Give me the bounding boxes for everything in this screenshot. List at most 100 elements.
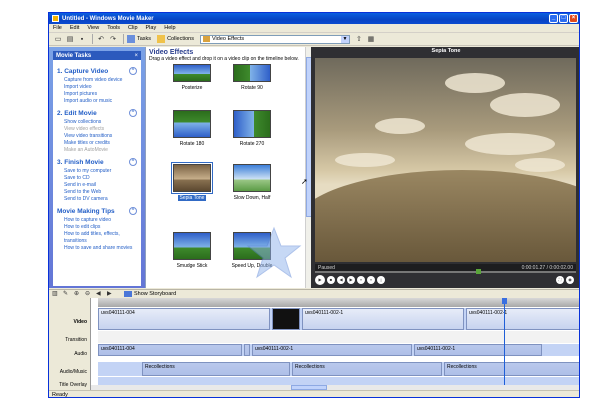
menu-play[interactable]: Play	[146, 25, 157, 31]
new-project-icon[interactable]: ▭	[53, 34, 63, 44]
audio-clip[interactable]: uvs040111-004	[98, 344, 242, 356]
music-clip[interactable]: Recollections	[142, 362, 290, 376]
section-edit-movie[interactable]: 2. Edit Movie ⌃	[57, 109, 137, 117]
task-send-email[interactable]: Send in e-mail	[64, 182, 137, 189]
menu-tools[interactable]: Tools	[107, 25, 120, 31]
rewind-timeline-icon[interactable]: ◀	[96, 291, 103, 298]
playhead-handle[interactable]	[502, 298, 507, 304]
audio-clip[interactable]	[244, 344, 250, 356]
track-label-audio: Audio	[74, 351, 87, 357]
tip-save-share[interactable]: How to save and share movies	[64, 245, 137, 252]
seek-handle[interactable]	[476, 269, 481, 274]
music-clip[interactable]: Recollections	[444, 362, 579, 376]
minimize-button[interactable]: _	[549, 14, 558, 23]
snapshot-button[interactable]: ◉	[566, 276, 574, 284]
section-title: 3. Finish Movie	[57, 158, 104, 166]
preview-title: Sepia Tone	[431, 48, 461, 54]
video-clip[interactable]: uvs040111-002-1	[302, 308, 464, 330]
set-audio-levels-icon[interactable]: ▥	[52, 291, 59, 298]
undo-icon[interactable]: ↶	[96, 34, 106, 44]
menu-view[interactable]: View	[87, 25, 99, 31]
task-save-to-cd[interactable]: Save to CD	[64, 175, 137, 182]
next-frame-button[interactable]: ▶	[347, 276, 355, 284]
effect-rotate-180[interactable]: Rotate 180	[164, 110, 220, 147]
split-clip-button[interactable]: |	[377, 276, 385, 284]
collections-button[interactable]: Collections	[157, 35, 194, 43]
video-clip[interactable]: uvs040111-004	[98, 308, 270, 330]
timeline-ruler[interactable]	[98, 298, 579, 307]
collections-combo[interactable]: Video Effects ▼	[199, 34, 350, 44]
effect-rotate-270[interactable]: Rotate 270	[224, 110, 280, 147]
finish-movie-items: Save to my computer Save to CD Send in e…	[57, 168, 137, 203]
maximize-button[interactable]: □	[559, 14, 568, 23]
play-button[interactable]: ▶	[315, 275, 325, 285]
task-make-titles[interactable]: Make titles or credits	[64, 140, 137, 147]
task-capture-from-device[interactable]: Capture from video device	[64, 77, 137, 84]
task-show-collections[interactable]: Show collections	[64, 119, 137, 126]
zoom-out-icon[interactable]: ⊖	[85, 291, 92, 298]
up-folder-icon[interactable]: ⇧	[354, 34, 364, 44]
zoom-in-icon[interactable]: ⊕	[74, 291, 81, 298]
rewind-button[interactable]: «	[357, 276, 365, 284]
toolbar: ▭ ▤ ▪ ↶ ↷ Tasks Collections Video Effect…	[49, 33, 579, 46]
seek-bar[interactable]	[315, 269, 576, 274]
previous-frame-button[interactable]: ◀	[337, 276, 345, 284]
timeline-toolbar: ▥ ✎ ⊕ ⊖ ◀ ▶ Show Storyboard	[49, 289, 579, 298]
views-icon[interactable]: ▦	[366, 34, 376, 44]
audio-clip[interactable]: uvs040111-002-1	[252, 344, 412, 356]
menu-file[interactable]: File	[53, 25, 62, 31]
section-finish-movie[interactable]: 3. Finish Movie ⌃	[57, 158, 137, 166]
playhead[interactable]	[502, 298, 507, 390]
section-capture-video[interactable]: 1. Capture Video ⌃	[57, 67, 137, 75]
task-save-to-computer[interactable]: Save to my computer	[64, 168, 137, 175]
close-button[interactable]: ×	[569, 14, 578, 23]
narrate-icon[interactable]: ✎	[63, 291, 70, 298]
play-timeline-icon[interactable]: ▶	[107, 291, 114, 298]
menu-help[interactable]: Help	[164, 25, 175, 31]
redo-icon[interactable]: ↷	[108, 34, 118, 44]
close-pane-icon[interactable]: ×	[134, 53, 138, 59]
chevron-up-icon[interactable]: ⌃	[129, 158, 137, 166]
audio-clip[interactable]: uvs040111-002-1	[414, 344, 542, 356]
fullscreen-button[interactable]: ⛶	[556, 276, 564, 284]
tip-add-titles[interactable]: How to add titles, effects, transitions	[64, 231, 137, 245]
effect-sepia-tone[interactable]: Sepia Tone	[164, 162, 220, 201]
forward-button[interactable]: »	[367, 276, 375, 284]
task-send-dv-camera[interactable]: Send to DV camera	[64, 196, 137, 203]
chevron-down-icon[interactable]: ▼	[340, 35, 349, 43]
edit-movie-items: Show collections View video effects View…	[57, 119, 137, 154]
task-import-video[interactable]: Import video	[64, 84, 137, 91]
video-clip[interactable]: uvs040111-002-1	[466, 308, 579, 330]
effect-smudge-stick[interactable]: Smudge Stick	[164, 232, 220, 269]
show-storyboard-button[interactable]: Show Storyboard	[124, 291, 176, 297]
music-clip[interactable]: Recollections	[292, 362, 442, 376]
clip-name: Recollections	[295, 364, 325, 370]
title-bar[interactable]: Untitled - Windows Movie Maker _ □ ×	[49, 13, 579, 24]
open-project-icon[interactable]: ▤	[65, 34, 75, 44]
effect-posterize[interactable]: Posterize	[164, 64, 220, 91]
menu-edit[interactable]: Edit	[70, 25, 79, 31]
video-effects-pane: Video Effects Drag a video effect and dr…	[145, 47, 311, 288]
chevron-up-icon[interactable]: ⌃	[129, 207, 137, 215]
save-project-icon[interactable]: ▪	[77, 34, 87, 44]
section-movie-making-tips[interactable]: Movie Making Tips ⌃	[57, 207, 137, 215]
tip-capture-video[interactable]: How to capture video	[64, 217, 137, 224]
menu-clip[interactable]: Clip	[128, 25, 137, 31]
tip-edit-clips[interactable]: How to edit clips	[64, 224, 137, 231]
effects-instructions: Drag a video effect and drop it on a vid…	[149, 56, 299, 62]
effect-thumbnail	[173, 110, 211, 138]
task-send-web[interactable]: Send to the Web	[64, 189, 137, 196]
transition-track	[98, 331, 579, 343]
effect-slow-down-half[interactable]: Slow Down, Half	[224, 164, 280, 201]
video-clip-dark[interactable]	[272, 308, 300, 330]
stop-button[interactable]: ■	[327, 276, 335, 284]
clip-name: Recollections	[145, 364, 175, 370]
task-view-video-effects: View video effects	[64, 126, 105, 132]
task-import-pictures[interactable]: Import pictures	[64, 91, 137, 98]
chevron-up-icon[interactable]: ⌃	[129, 67, 137, 75]
task-view-video-transitions[interactable]: View video transitions	[64, 133, 137, 140]
tasks-button[interactable]: Tasks	[127, 35, 151, 43]
effect-rotate-90[interactable]: Rotate 90	[224, 64, 280, 91]
chevron-up-icon[interactable]: ⌃	[129, 109, 137, 117]
task-import-audio[interactable]: Import audio or music	[64, 98, 137, 105]
